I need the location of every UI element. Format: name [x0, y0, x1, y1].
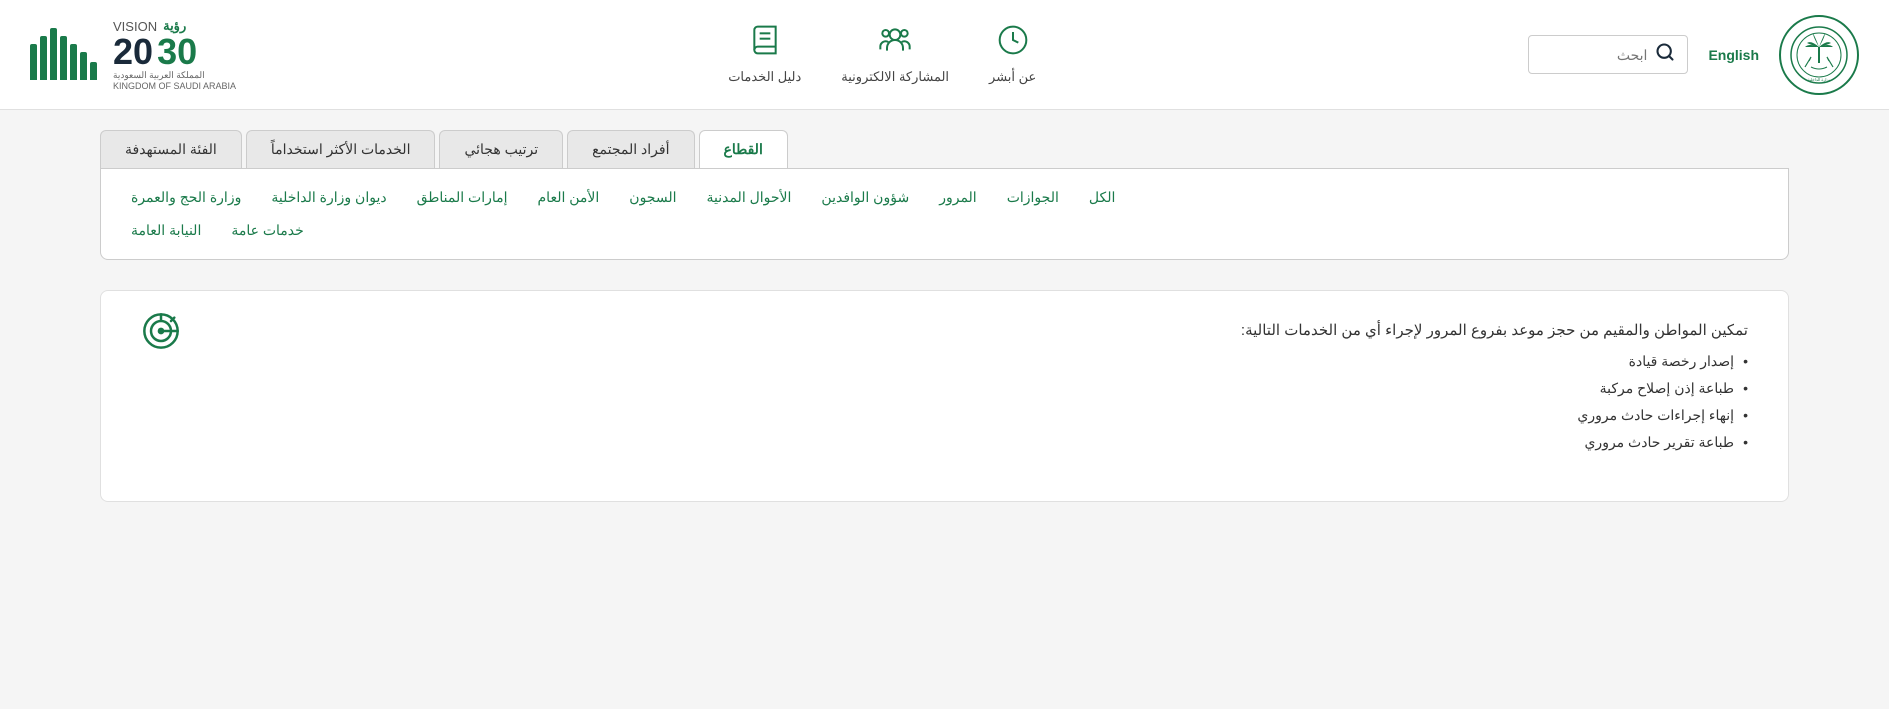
- vision-year-suffix: 30: [157, 34, 197, 70]
- search-area[interactable]: [1528, 35, 1688, 74]
- header-branding: VISION رؤية 20 30 المملكة العربية السعود…: [30, 18, 236, 91]
- vision-text: VISION رؤية 20 30 المملكة العربية السعود…: [113, 18, 236, 91]
- service-description: تمكين المواطن والمقيم من حجز موعد بفروع …: [141, 321, 1748, 451]
- people-icon: [879, 24, 911, 63]
- nav-participation-label: المشاركة الالكترونية: [841, 69, 949, 85]
- search-button[interactable]: [1655, 42, 1675, 67]
- main-content: القطاع أفراد المجتمع ترتيب هجائي الخدمات…: [0, 110, 1889, 522]
- category-prisons[interactable]: السجون: [629, 189, 676, 206]
- category-emirates[interactable]: إمارات المناطق: [417, 189, 508, 206]
- book-icon: [749, 24, 781, 63]
- nav-participation[interactable]: المشاركة الالكترونية: [841, 24, 949, 85]
- category-all[interactable]: الكل: [1089, 189, 1116, 206]
- category-ministry-court[interactable]: ديوان وزارة الداخلية: [271, 189, 386, 206]
- service-card: تمكين المواطن والمقيم من حجز موعد بفروع …: [100, 290, 1789, 502]
- clock-icon: [997, 24, 1029, 63]
- svg-text:وزارة الداخلية: وزارة الداخلية: [1808, 77, 1831, 82]
- nav-guide[interactable]: دليل الخدمات: [728, 24, 801, 85]
- service-item-1: إصدار رخصة قيادة: [141, 353, 1748, 370]
- service-item-4: طباعة تقرير حادث مروري: [141, 434, 1748, 451]
- categories-box: الكل الجوازات المرور شؤون الوافدين الأحو…: [100, 168, 1789, 260]
- tab-community[interactable]: أفراد المجتمع: [567, 130, 694, 168]
- vision-country-ar: المملكة العربية السعودية: [113, 70, 236, 81]
- vision-year-prefix: 20: [113, 34, 153, 70]
- search-input[interactable]: [1547, 47, 1647, 63]
- category-prosecution[interactable]: النيابة العامة: [131, 222, 201, 239]
- vision-bars: [30, 30, 97, 80]
- bar-7: [30, 44, 37, 80]
- tabs-container: القطاع أفراد المجتمع ترتيب هجائي الخدمات…: [100, 130, 1789, 168]
- category-haj-ministry[interactable]: وزارة الحج والعمرة: [131, 189, 241, 206]
- category-passports[interactable]: الجوازات: [1007, 189, 1059, 206]
- bar-5: [50, 28, 57, 80]
- nav-about[interactable]: عن أبشر: [989, 24, 1036, 85]
- bar-4: [60, 36, 67, 80]
- header-nav: عن أبشر المشاركة الالكترونية: [728, 24, 1036, 85]
- site-header: وزارة الداخلية English عن أبشر: [0, 0, 1889, 110]
- nav-about-label: عن أبشر: [989, 69, 1036, 85]
- service-list: إصدار رخصة قيادة طباعة إذن إصلاح مركبة إ…: [141, 353, 1748, 451]
- category-traffic[interactable]: المرور: [939, 189, 977, 206]
- bar-1: [90, 62, 97, 80]
- service-item-3: إنهاء إجراءات حادث مروري: [141, 407, 1748, 424]
- categories-grid: الكل الجوازات المرور شؤون الوافدين الأحو…: [131, 189, 1758, 239]
- target-icon: [141, 311, 181, 359]
- service-intro: تمكين المواطن والمقيم من حجز موعد بفروع …: [141, 321, 1748, 339]
- bar-6: [40, 36, 47, 80]
- tab-targeted[interactable]: الفئة المستهدفة: [100, 130, 242, 168]
- bar-3: [70, 44, 77, 80]
- category-civil-affairs[interactable]: الأحوال المدنية: [706, 189, 791, 206]
- service-item-2: طباعة إذن إصلاح مركبة: [141, 380, 1748, 397]
- tab-sort[interactable]: ترتيب هجائي: [439, 130, 563, 168]
- category-public-services[interactable]: خدمات عامة: [231, 222, 303, 239]
- bar-2: [80, 52, 87, 80]
- category-public-security[interactable]: الأمن العام: [538, 189, 600, 206]
- category-expatriates[interactable]: شؤون الوافدين: [821, 189, 909, 206]
- ministry-logo: وزارة الداخلية: [1779, 15, 1859, 95]
- nav-guide-label: دليل الخدمات: [728, 69, 801, 85]
- language-button[interactable]: English: [1708, 47, 1759, 63]
- vision-country-en: KINGDOM OF SAUDI ARABIA: [113, 81, 236, 91]
- tab-sector[interactable]: القطاع: [699, 130, 788, 168]
- tab-most-used[interactable]: الخدمات الأكثر استخداماً: [246, 130, 436, 168]
- header-right: وزارة الداخلية English: [1528, 15, 1859, 95]
- category-row-2: خدمات عامة النيابة العامة: [131, 222, 1758, 239]
